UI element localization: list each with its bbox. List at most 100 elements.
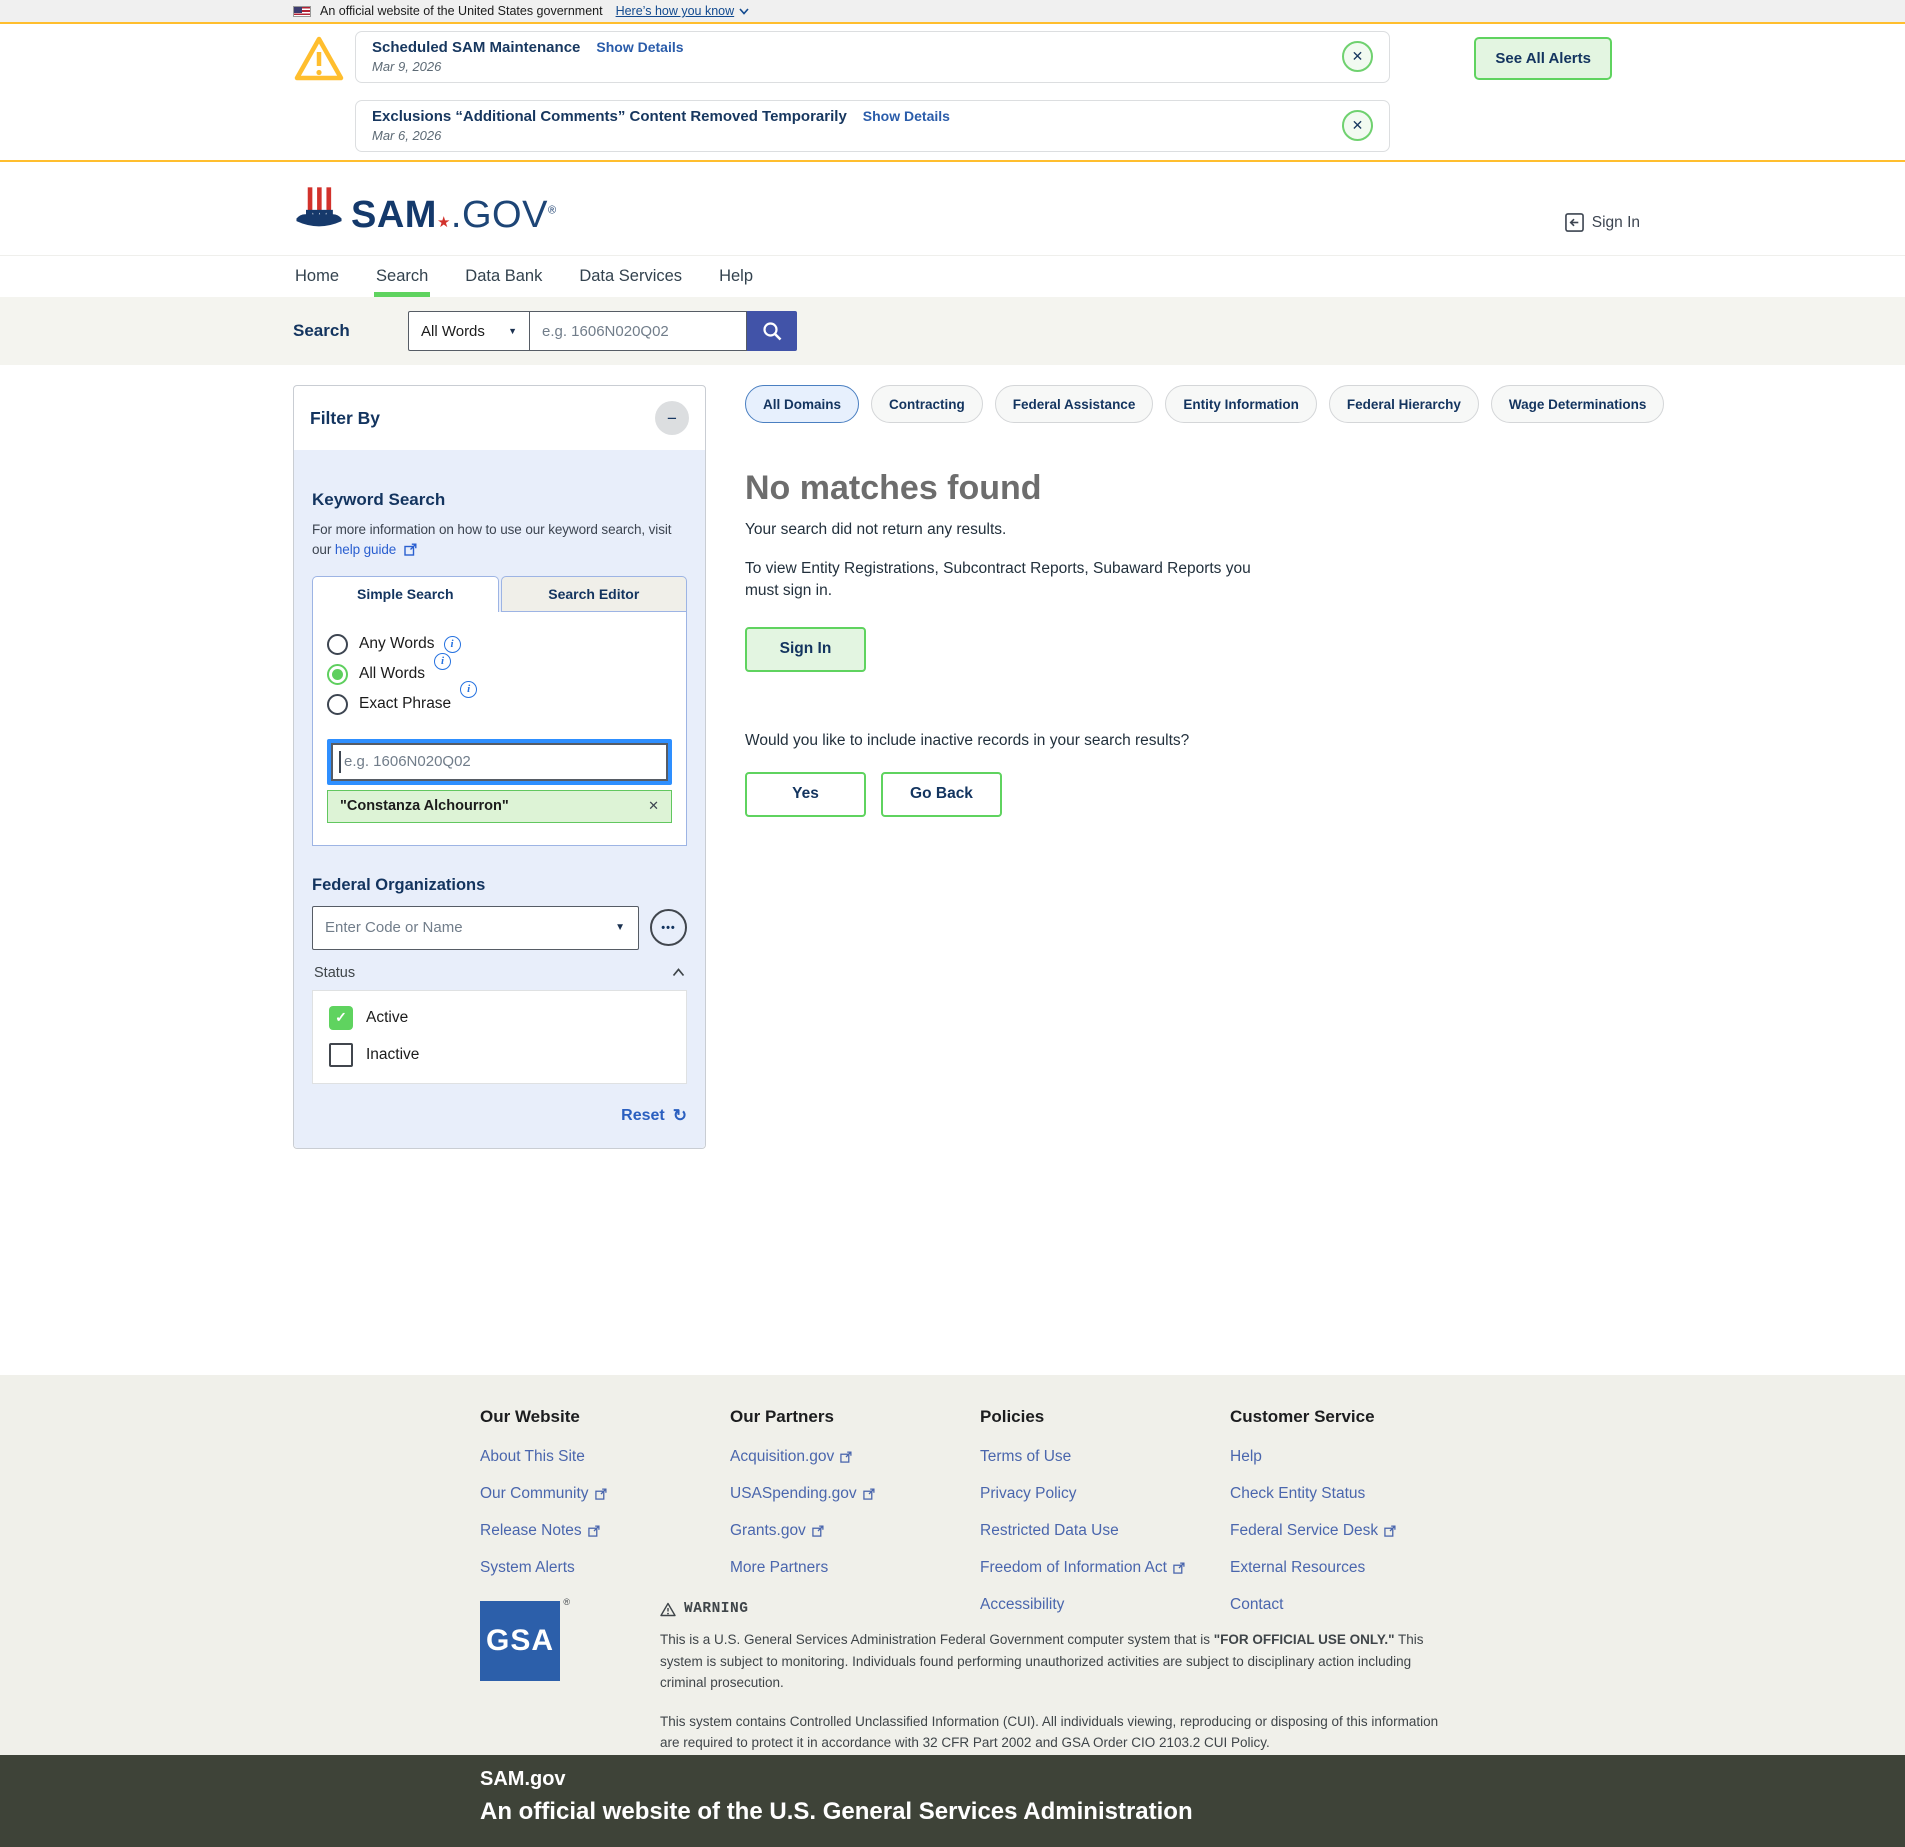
alert-close-button[interactable]: ✕ (1342, 41, 1373, 72)
see-all-alerts-button[interactable]: See All Alerts (1474, 37, 1612, 80)
registered-mark: ® (563, 1597, 570, 1607)
heres-how-you-know-label: Here’s how you know (616, 4, 735, 18)
nav-item-home[interactable]: Home (293, 256, 341, 297)
search-icon (761, 320, 783, 342)
federal-organizations-heading: Federal Organizations (312, 876, 687, 895)
dropdown-arrow-icon[interactable]: ▼ (615, 922, 638, 933)
checkbox-active-checked[interactable]: ✓ (329, 1006, 353, 1030)
footer-link-about-this-site[interactable]: About This Site (480, 1448, 730, 1466)
identifier-footer: SAM.gov An official website of the U.S. … (0, 1755, 1905, 1847)
footer-link-more-partners[interactable]: More Partners (730, 1559, 980, 1577)
footer-link-privacy-policy[interactable]: Privacy Policy (980, 1485, 1230, 1503)
text-caret (339, 751, 341, 773)
close-icon: ✕ (1352, 48, 1364, 65)
radio-any-words[interactable] (327, 634, 348, 655)
info-icon[interactable]: i (444, 636, 461, 653)
info-icon[interactable]: i (434, 653, 451, 670)
alert-date: Mar 9, 2026 (372, 59, 684, 74)
checkbox-inactive-unchecked[interactable] (329, 1043, 353, 1067)
radio-row-all-words[interactable]: All Words i (327, 664, 672, 685)
external-link-icon (595, 1488, 607, 1500)
footer-column-policies: Policies Terms of Use Privacy Policy Res… (980, 1407, 1230, 1585)
status-option-active[interactable]: ✓ Active (329, 1006, 670, 1030)
search-submit-button[interactable] (747, 311, 797, 351)
footer-link-grants-gov[interactable]: Grants.gov (730, 1522, 980, 1540)
radio-all-words-selected[interactable] (327, 664, 348, 685)
footer-link-acquisition-gov[interactable]: Acquisition.gov (730, 1448, 980, 1466)
radio-exact-phrase[interactable] (327, 694, 348, 715)
external-link-icon (588, 1525, 600, 1537)
footer-link-foia[interactable]: Freedom of Information Act (980, 1559, 1230, 1577)
reset-filters-link[interactable]: Reset (621, 1107, 665, 1125)
footer-link-our-community[interactable]: Our Community (480, 1485, 730, 1503)
radio-row-any-words[interactable]: Any Words i (327, 634, 672, 655)
nav-item-search[interactable]: Search (374, 256, 430, 297)
federal-org-more-button[interactable]: ••• (650, 909, 687, 946)
checkbox-label: Active (366, 1009, 408, 1027)
domain-tab-contracting[interactable]: Contracting (871, 385, 983, 423)
domain-tab-wage-determinations[interactable]: Wage Determinations (1491, 385, 1665, 423)
chevron-up-icon[interactable] (672, 968, 685, 977)
collapse-filters-button[interactable]: − (655, 401, 689, 435)
keyword-search-heading: Keyword Search (312, 490, 687, 510)
footer-link-usaspending-gov[interactable]: USASpending.gov (730, 1485, 980, 1503)
sam-gov-logo[interactable]: ★★★ SAM★.GOV® (293, 185, 557, 233)
identifier-agency-line: An official website of the U.S. General … (480, 1798, 1905, 1826)
footer-link-system-alerts[interactable]: System Alerts (480, 1559, 730, 1577)
nav-item-data-bank[interactable]: Data Bank (463, 256, 544, 297)
warning-triangle-icon (660, 1602, 676, 1617)
domain-tab-all-domains[interactable]: All Domains (745, 385, 859, 423)
nav-item-help[interactable]: Help (717, 256, 755, 297)
alert-close-button[interactable]: ✕ (1342, 110, 1373, 141)
gov-banner-text: An official website of the United States… (320, 4, 603, 18)
gsa-warning-section: GSA ® WARNING This is a U.S. General Ser… (0, 1585, 1905, 1755)
alert-show-details-link[interactable]: Show Details (863, 108, 950, 124)
sign-in-button[interactable]: Sign In (745, 627, 866, 672)
warning-paragraph-1: This is a U.S. General Services Administ… (660, 1629, 1460, 1694)
info-icon[interactable]: i (460, 681, 477, 698)
chip-remove-icon[interactable]: ✕ (648, 798, 659, 814)
search-input[interactable] (530, 311, 747, 351)
check-icon: ✓ (335, 1009, 347, 1026)
go-back-button[interactable]: Go Back (881, 772, 1002, 817)
tab-simple-search[interactable]: Simple Search (312, 576, 499, 612)
footer-link-terms-of-use[interactable]: Terms of Use (980, 1448, 1230, 1466)
search-strip: Search All Words ▼ (0, 297, 1905, 365)
keyword-input-focused[interactable] (331, 743, 668, 781)
federal-org-input[interactable] (313, 907, 615, 949)
checkbox-label: Inactive (366, 1046, 419, 1064)
warning-heading: WARNING (660, 1601, 1460, 1617)
us-flag-icon (293, 6, 311, 17)
footer-link-federal-service-desk[interactable]: Federal Service Desk (1230, 1522, 1480, 1540)
federal-org-combobox[interactable]: ▼ (312, 906, 639, 950)
external-link-icon (404, 543, 417, 556)
search-mode-select[interactable]: All Words ▼ (408, 311, 530, 351)
heres-how-you-know-link[interactable]: Here’s how you know (616, 4, 750, 18)
sign-in-link[interactable]: Sign In (1565, 213, 1640, 232)
radio-row-exact-phrase[interactable]: Exact Phrase i (327, 694, 672, 715)
tab-search-editor[interactable]: Search Editor (501, 576, 688, 612)
yes-button[interactable]: Yes (745, 772, 866, 817)
footer-link-help[interactable]: Help (1230, 1448, 1480, 1466)
help-guide-link[interactable]: help guide (335, 542, 417, 557)
domain-tab-entity-information[interactable]: Entity Information (1165, 385, 1317, 423)
footer-link-restricted-data-use[interactable]: Restricted Data Use (980, 1522, 1230, 1540)
footer-link-release-notes[interactable]: Release Notes (480, 1522, 730, 1540)
keyword-chip-label: "Constanza Alchourron" (340, 798, 509, 814)
domain-tab-federal-hierarchy[interactable]: Federal Hierarchy (1329, 385, 1479, 423)
footer-column-our-partners: Our Partners Acquisition.gov USASpending… (730, 1407, 980, 1585)
sign-in-enter-icon (1565, 213, 1584, 232)
footer-link-check-entity-status[interactable]: Check Entity Status (1230, 1485, 1480, 1503)
alert-title: Exclusions “Additional Comments” Content… (372, 108, 847, 125)
nav-item-data-services[interactable]: Data Services (577, 256, 684, 297)
alert-show-details-link[interactable]: Show Details (596, 39, 683, 55)
domain-tab-federal-assistance[interactable]: Federal Assistance (995, 385, 1154, 423)
footer-link-external-resources[interactable]: External Resources (1230, 1559, 1480, 1577)
status-option-inactive[interactable]: Inactive (329, 1043, 670, 1067)
alert-date: Mar 6, 2026 (372, 128, 950, 143)
reset-refresh-icon[interactable]: ↻ (673, 1106, 687, 1126)
minus-icon: − (667, 410, 677, 427)
alert-card: Exclusions “Additional Comments” Content… (355, 100, 1390, 152)
alert-warning-icon (293, 34, 355, 84)
gov-banner: An official website of the United States… (0, 0, 1905, 24)
